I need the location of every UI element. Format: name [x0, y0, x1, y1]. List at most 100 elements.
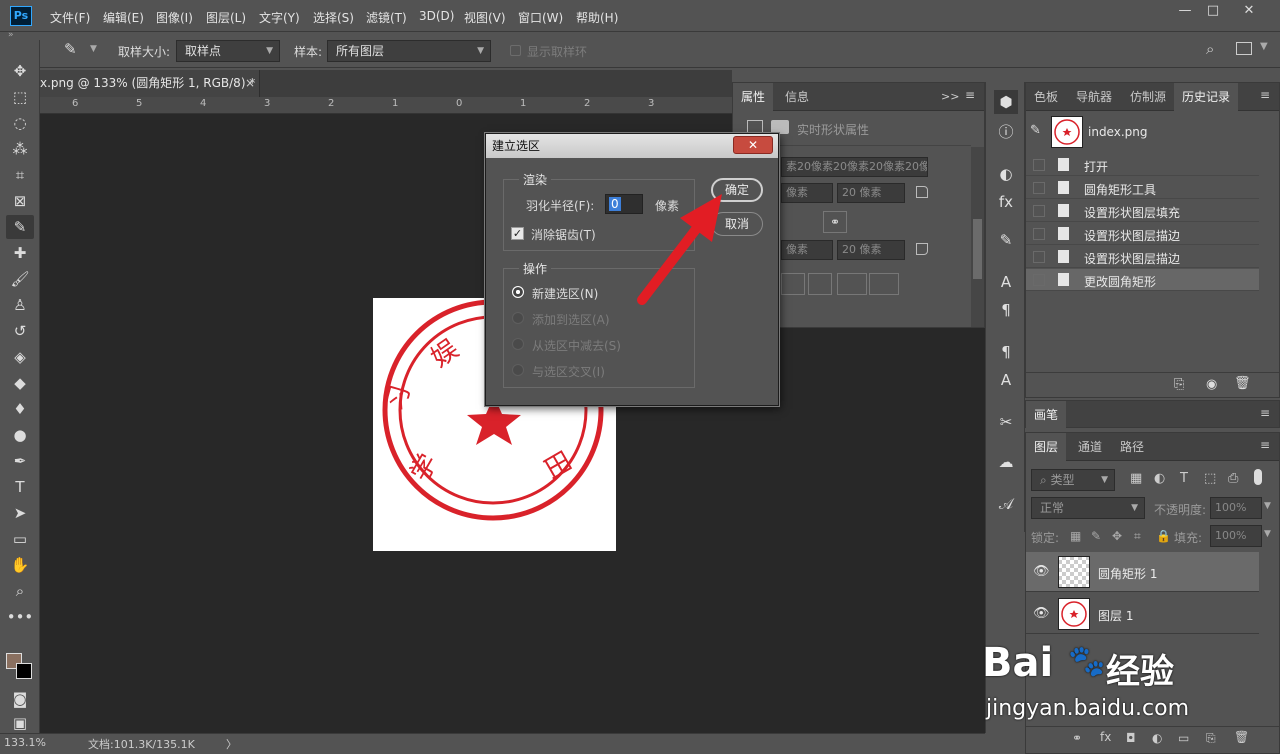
- background-color-swatch[interactable]: [16, 663, 32, 679]
- radio-intersect-selection[interactable]: [512, 364, 524, 376]
- radio-new-selection[interactable]: [512, 286, 524, 298]
- history-item[interactable]: 设置形状图层描边: [1026, 246, 1259, 268]
- scrollbar-thumb[interactable]: [973, 219, 982, 279]
- filter-toggle-icon[interactable]: [1254, 469, 1262, 485]
- fill-field[interactable]: 100%: [1210, 525, 1262, 547]
- menu-select[interactable]: 选择(S): [313, 9, 354, 26]
- y-field[interactable]: 20 像素: [837, 240, 905, 260]
- lock-image-icon[interactable]: ✎: [1091, 529, 1101, 543]
- history-checkbox[interactable]: [1033, 159, 1045, 171]
- magic-wand-tool-icon[interactable]: ⁂: [6, 137, 34, 161]
- layer-row[interactable]: 👁 图层 1: [1026, 594, 1259, 634]
- type-tool-icon[interactable]: T: [6, 475, 34, 499]
- tab-info[interactable]: 信息: [777, 83, 817, 111]
- sample-size-select[interactable]: 取样点 ▼: [176, 40, 280, 62]
- path-selection-tool-icon[interactable]: ➤: [6, 501, 34, 525]
- menu-image[interactable]: 图像(I): [156, 9, 193, 26]
- dodge-tool-icon[interactable]: ●: [6, 423, 34, 447]
- trash-icon[interactable]: 🗑: [1234, 730, 1249, 744]
- filter-pixel-icon[interactable]: ▦: [1130, 471, 1142, 486]
- more-tools-icon[interactable]: •••: [6, 605, 34, 629]
- zoom-tool-icon[interactable]: ⌕: [6, 579, 34, 603]
- character-icon[interactable]: A: [994, 270, 1018, 294]
- character-styles-icon[interactable]: A: [994, 368, 1018, 392]
- menu-window[interactable]: 窗口(W): [518, 9, 563, 26]
- dialog-close-button[interactable]: ✕: [733, 136, 773, 154]
- tab-channels[interactable]: 通道: [1070, 433, 1110, 461]
- history-checkbox[interactable]: [1033, 251, 1045, 263]
- antialias-checkbox[interactable]: ✓: [511, 227, 524, 240]
- close-window-button[interactable]: ✕: [1236, 4, 1262, 18]
- blend-mode-select[interactable]: 正常 ▼: [1031, 497, 1145, 519]
- menu-view[interactable]: 视图(V): [464, 9, 506, 26]
- lock-artboard-icon[interactable]: ⌗: [1134, 529, 1141, 544]
- brush-tool-icon[interactable]: 🖌: [6, 267, 34, 291]
- crop-tool-icon[interactable]: ⌗: [6, 163, 34, 187]
- history-item[interactable]: 设置形状图层填充: [1026, 200, 1259, 222]
- width-field[interactable]: 像素: [781, 183, 833, 203]
- panel-menu-icon[interactable]: ≡: [1260, 438, 1270, 452]
- healing-brush-tool-icon[interactable]: ✚: [6, 241, 34, 265]
- new-layer-icon[interactable]: ⎘: [1206, 731, 1216, 746]
- corner-radius-field[interactable]: 素20像素20像素20像素20像素: [781, 157, 928, 177]
- history-checkbox[interactable]: [1033, 205, 1045, 217]
- snapshot-label[interactable]: index.png: [1088, 125, 1147, 139]
- status-arrow-icon[interactable]: 〉: [226, 736, 237, 752]
- paint-bucket-tool-icon[interactable]: ◆: [6, 371, 34, 395]
- collapse-toolbar-icon[interactable]: »: [8, 30, 14, 40]
- glyphs-icon[interactable]: 𝒜: [994, 492, 1018, 516]
- lock-position-icon[interactable]: ✥: [1112, 529, 1122, 543]
- pen-tool-icon[interactable]: ✒: [6, 449, 34, 473]
- fx-icon[interactable]: fx: [1100, 730, 1111, 744]
- blur-tool-icon[interactable]: ♦: [6, 397, 34, 421]
- adjustments-icon[interactable]: ◐: [994, 162, 1018, 186]
- opacity-field[interactable]: 100%: [1210, 497, 1262, 519]
- styles-icon[interactable]: fx: [994, 190, 1018, 214]
- chevron-down-icon[interactable]: ▼: [1264, 529, 1271, 539]
- radio-add-to-selection[interactable]: [512, 312, 524, 324]
- path-intersect-icon[interactable]: [837, 273, 867, 295]
- paragraph-styles-icon[interactable]: ¶: [994, 340, 1018, 364]
- height-field[interactable]: 20 像素: [837, 183, 905, 203]
- maximize-button[interactable]: □: [1200, 4, 1226, 18]
- eyedropper-tool-icon[interactable]: ✎: [6, 215, 34, 239]
- hand-tool-icon[interactable]: ✋: [6, 553, 34, 577]
- add-mask-icon[interactable]: ◘: [1126, 731, 1136, 745]
- tab-layers[interactable]: 图层: [1026, 433, 1067, 461]
- eyedropper-tool-preset-icon[interactable]: ✎: [64, 40, 77, 58]
- history-checkbox[interactable]: [1033, 182, 1045, 194]
- history-item[interactable]: 圆角矩形工具: [1026, 177, 1259, 199]
- tab-navigator[interactable]: 导航器: [1068, 83, 1120, 111]
- quick-mask-icon[interactable]: ◙: [6, 687, 34, 711]
- chevron-down-icon[interactable]: ▼: [1260, 41, 1268, 52]
- menu-type[interactable]: 文字(Y): [259, 9, 300, 26]
- show-ring-checkbox[interactable]: [510, 45, 521, 56]
- menu-filter[interactable]: 滤镜(T): [366, 9, 407, 26]
- tool-presets-icon[interactable]: ✂: [994, 410, 1018, 434]
- path-subtract-icon[interactable]: [808, 273, 832, 295]
- panel-menu-icon[interactable]: ≡: [1260, 88, 1270, 102]
- menu-layer[interactable]: 图层(L): [206, 9, 246, 26]
- frame-tool-icon[interactable]: ⊠: [6, 189, 34, 213]
- tab-paths[interactable]: 路径: [1112, 433, 1152, 461]
- menu-3d[interactable]: 3D(D): [419, 9, 454, 23]
- history-checkbox[interactable]: [1033, 228, 1045, 240]
- panel-menu-icon[interactable]: ≡: [1260, 406, 1270, 420]
- properties-scrollbar[interactable]: [971, 147, 984, 327]
- minimize-button[interactable]: —: [1172, 4, 1198, 18]
- history-item[interactable]: 打开: [1026, 154, 1259, 176]
- rectangle-tool-icon[interactable]: ▭: [6, 527, 34, 551]
- brush-settings-icon[interactable]: ✎: [994, 228, 1018, 252]
- tab-brush[interactable]: 画笔: [1026, 401, 1067, 429]
- filter-shape-icon[interactable]: ⬚: [1204, 471, 1216, 486]
- expand-panel-icon[interactable]: >>: [941, 90, 959, 103]
- lock-transparent-icon[interactable]: ▦: [1070, 529, 1081, 543]
- filter-smart-object-icon[interactable]: ⎙: [1228, 471, 1238, 486]
- new-group-icon[interactable]: ▭: [1178, 731, 1189, 745]
- layer-row-selected[interactable]: 👁 圆角矩形 1: [1026, 552, 1259, 592]
- new-document-from-state-icon[interactable]: ⎘: [1174, 377, 1184, 392]
- libraries-icon[interactable]: ☁: [994, 450, 1018, 474]
- move-tool-icon[interactable]: ✥: [6, 59, 34, 83]
- document-tab[interactable]: x.png @ 133% (圆角矩形 1, RGB/8) * ×: [40, 70, 260, 97]
- path-exclude-icon[interactable]: [869, 273, 899, 295]
